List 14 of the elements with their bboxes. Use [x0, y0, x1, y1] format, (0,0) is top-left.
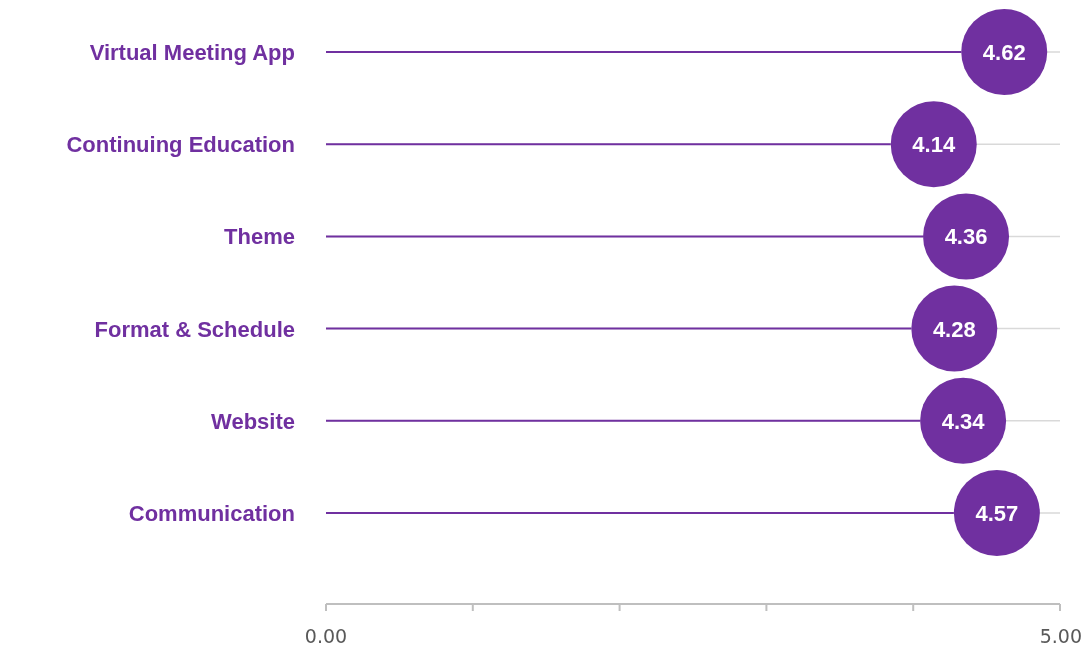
category-label: Format & Schedule [94, 316, 295, 342]
category-label: Virtual Meeting App [89, 40, 295, 65]
value-label: 4.34 [941, 408, 985, 434]
category-label: Continuing Education [66, 132, 295, 158]
value-label: 4.14 [912, 132, 956, 158]
value-label: 4.57 [975, 501, 1019, 526]
axis-tick-label: 5.00 [1039, 625, 1082, 645]
value-label: 4.62 [982, 40, 1026, 65]
axis-tick-label: 0.00 [304, 625, 348, 645]
value-label: 4.28 [932, 316, 976, 342]
category-label: Theme [224, 224, 295, 250]
category-label: Communication [128, 501, 295, 526]
category-label: Website [211, 408, 295, 434]
value-label: 4.36 [944, 224, 988, 250]
